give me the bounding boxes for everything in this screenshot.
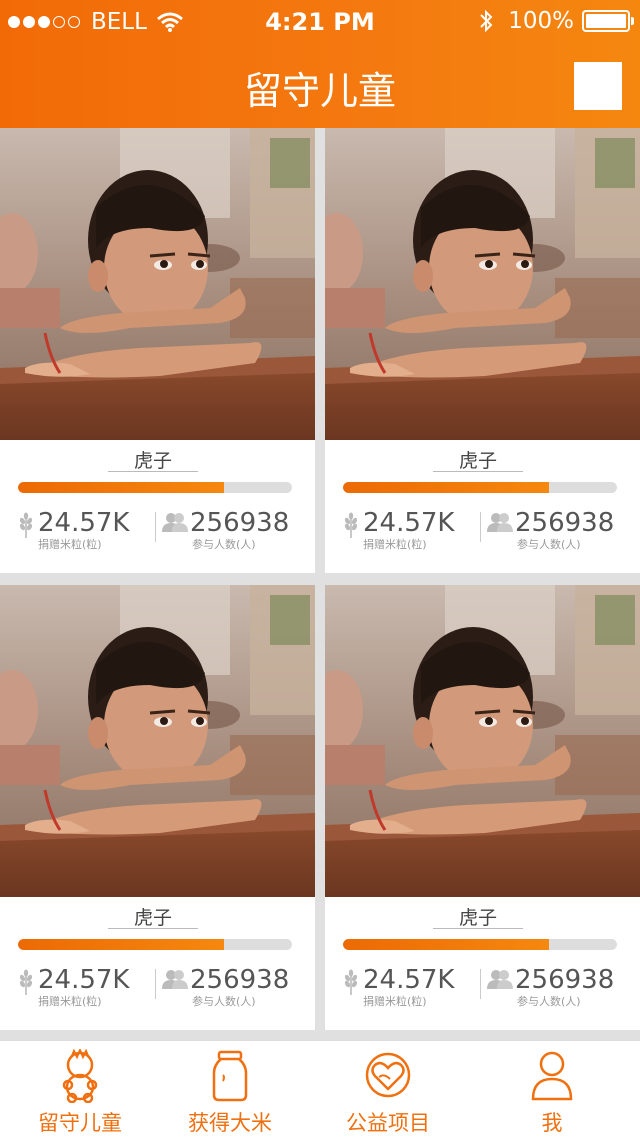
tab-label: 获得大米 (188, 1111, 272, 1135)
people-stat: 256938 参与人数(人) (162, 508, 289, 551)
child-name: 虎子 (108, 446, 198, 472)
people-icon (487, 969, 513, 995)
status-right: 100% (478, 8, 634, 34)
child-card[interactable]: 虎子 24.57K 捐赠米粒(粒) 256938 参与人数(人) (0, 128, 315, 573)
children-grid: 虎子 24.57K 捐赠米粒(粒) 256938 参与人数(人) 虎子 24.5… (0, 128, 640, 1040)
wheat-icon (341, 969, 361, 999)
people-count: 256938 (190, 965, 290, 995)
battery-percent: 100% (508, 8, 574, 34)
app-header: BELL 4:21 PM 100% 留守儿童 (0, 0, 640, 128)
rice-stat: 24.57K 捐赠米粒(粒) (16, 508, 129, 551)
rice-count-label: 捐赠米粒(粒) (363, 538, 427, 551)
bluetooth-icon (480, 9, 493, 33)
people-count-label: 参与人数(人) (517, 538, 581, 551)
wheat-icon (341, 512, 361, 542)
people-count: 256938 (515, 508, 615, 538)
child-card[interactable]: 虎子 24.57K 捐赠米粒(粒) 256938 参与人数(人) (0, 585, 315, 1030)
stat-divider (155, 512, 156, 542)
tab-label: 我 (541, 1111, 563, 1135)
child-name: 虎子 (433, 446, 523, 472)
people-count-label: 参与人数(人) (517, 995, 581, 1008)
donation-progress-bar (343, 939, 617, 950)
tab-get-rice[interactable]: 获得大米 (150, 1041, 310, 1138)
wheat-icon (16, 969, 36, 999)
rice-count-label: 捐赠米粒(粒) (363, 995, 427, 1008)
wheat-icon (16, 512, 36, 542)
rice-stat: 24.57K 捐赠米粒(粒) (341, 965, 454, 1008)
tab-me[interactable]: 我 (472, 1041, 632, 1138)
tab-children[interactable]: 留守儿童 (0, 1041, 160, 1138)
child-photo[interactable] (0, 585, 315, 897)
child-name: 虎子 (108, 903, 198, 929)
people-icon (162, 969, 188, 995)
people-count-label: 参与人数(人) (192, 995, 256, 1008)
rice-count: 24.57K (363, 965, 455, 995)
progress-fill (18, 939, 224, 950)
header-action-button[interactable] (574, 62, 622, 110)
stat-divider (155, 969, 156, 999)
child-photo[interactable] (325, 585, 640, 897)
donation-progress-bar (18, 482, 292, 493)
people-count: 256938 (515, 965, 615, 995)
rice-count-label: 捐赠米粒(粒) (38, 995, 102, 1008)
child-photo[interactable] (325, 128, 640, 440)
people-count-label: 参与人数(人) (192, 538, 256, 551)
child-name: 虎子 (433, 903, 523, 929)
people-icon (487, 512, 513, 538)
tab-charity-projects[interactable]: 公益项目 (308, 1041, 468, 1138)
people-count: 256938 (190, 508, 290, 538)
heart-hands-icon (364, 1049, 412, 1107)
child-card[interactable]: 虎子 24.57K 捐赠米粒(粒) 256938 参与人数(人) (325, 585, 640, 1030)
progress-fill (343, 939, 549, 950)
people-icon (162, 512, 188, 538)
rice-stat: 24.57K 捐赠米粒(粒) (16, 965, 129, 1008)
stat-divider (480, 969, 481, 999)
progress-fill (343, 482, 549, 493)
rice-count: 24.57K (38, 508, 130, 538)
rice-jar-icon (210, 1049, 250, 1107)
donation-progress-bar (343, 482, 617, 493)
child-card[interactable]: 虎子 24.57K 捐赠米粒(粒) 256938 参与人数(人) (325, 128, 640, 573)
people-stat: 256938 参与人数(人) (487, 508, 614, 551)
status-bar: BELL 4:21 PM 100% (0, 0, 640, 44)
tab-label: 留守儿童 (38, 1111, 122, 1135)
battery-icon (582, 10, 634, 32)
page-title: 留守儿童 (243, 69, 396, 113)
stat-divider (480, 512, 481, 542)
rice-count-label: 捐赠米粒(粒) (38, 538, 102, 551)
rice-stat: 24.57K 捐赠米粒(粒) (341, 508, 454, 551)
rice-count: 24.57K (38, 965, 130, 995)
tab-bar: 留守儿童 获得大米 公益项目 我 (0, 1040, 640, 1138)
person-icon (530, 1049, 574, 1107)
tab-label: 公益项目 (346, 1111, 430, 1135)
people-stat: 256938 参与人数(人) (487, 965, 614, 1008)
donation-progress-bar (18, 939, 292, 950)
child-photo[interactable] (0, 128, 315, 440)
rice-count: 24.57K (363, 508, 455, 538)
people-stat: 256938 参与人数(人) (162, 965, 289, 1008)
child-icon (60, 1047, 100, 1107)
progress-fill (18, 482, 224, 493)
